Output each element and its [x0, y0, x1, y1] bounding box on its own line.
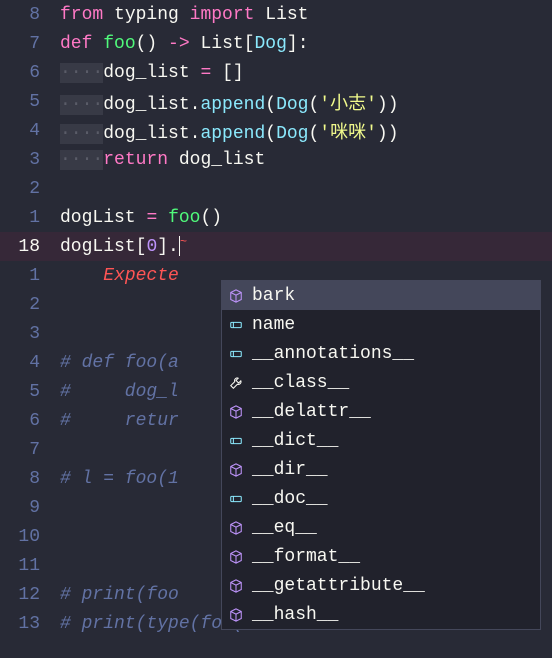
autocomplete-item[interactable]: name	[222, 310, 540, 339]
autocomplete-item[interactable]: __annotations__	[222, 339, 540, 368]
autocomplete-label: __doc__	[252, 489, 328, 509]
line-number: 1	[0, 208, 60, 228]
autocomplete-item[interactable]: __doc__	[222, 484, 540, 513]
autocomplete-item[interactable]: __class__	[222, 368, 540, 397]
code-line[interactable]: 8 from typing import List	[0, 0, 552, 29]
code-content: dogList = foo()	[60, 208, 552, 228]
autocomplete-item[interactable]: __dict__	[222, 426, 540, 455]
code-content: ····return dog_list	[60, 150, 552, 170]
line-number: 12	[0, 585, 60, 605]
line-number: 2	[0, 179, 60, 199]
cube-icon	[228, 578, 244, 594]
line-number: 5	[0, 382, 60, 402]
code-line[interactable]: 4 ····dog_list.append(Dog('咪咪'))	[0, 116, 552, 145]
code-line[interactable]: 3 ····return dog_list	[0, 145, 552, 174]
autocomplete-item[interactable]: __dir__	[222, 455, 540, 484]
field-icon	[228, 317, 244, 333]
wrench-icon	[228, 375, 244, 391]
code-content: dogList[0].~	[60, 236, 552, 257]
cube-icon	[228, 462, 244, 478]
autocomplete-label: __dict__	[252, 431, 338, 451]
code-content: from typing import List	[60, 5, 552, 25]
field-icon	[228, 491, 244, 507]
line-number-current: 18	[0, 237, 60, 257]
line-number: 8	[0, 5, 60, 25]
code-content: ····dog_list.append(Dog('咪咪'))	[60, 118, 552, 144]
cube-icon	[228, 404, 244, 420]
field-icon	[228, 433, 244, 449]
line-number: 1	[0, 266, 60, 286]
autocomplete-popup[interactable]: bark name __annotations__ __class__ __delatt…	[221, 280, 541, 630]
line-number: 7	[0, 34, 60, 54]
code-content: ····dog_list.append(Dog('小志'))	[60, 89, 552, 115]
autocomplete-item[interactable]: __hash__	[222, 600, 540, 629]
autocomplete-item[interactable]: __delattr__	[222, 397, 540, 426]
cube-icon	[228, 520, 244, 536]
field-icon	[228, 346, 244, 362]
line-number: 4	[0, 353, 60, 373]
line-number: 5	[0, 92, 60, 112]
line-number: 7	[0, 440, 60, 460]
autocomplete-item[interactable]: __eq__	[222, 513, 540, 542]
autocomplete-item[interactable]: __format__	[222, 542, 540, 571]
line-number: 2	[0, 295, 60, 315]
code-content: ····dog_list = []	[60, 63, 552, 83]
line-number: 9	[0, 498, 60, 518]
line-number: 11	[0, 556, 60, 576]
autocomplete-label: bark	[252, 286, 295, 306]
autocomplete-item[interactable]: bark	[222, 281, 540, 310]
autocomplete-label: name	[252, 315, 295, 335]
line-number: 4	[0, 121, 60, 141]
line-number: 6	[0, 411, 60, 431]
line-number: 3	[0, 150, 60, 170]
autocomplete-label: __annotations__	[252, 344, 414, 364]
code-line[interactable]: 5 ····dog_list.append(Dog('小志'))	[0, 87, 552, 116]
line-number: 6	[0, 63, 60, 83]
autocomplete-label: __getattribute__	[252, 576, 425, 596]
code-line[interactable]: 1 dogList = foo()	[0, 203, 552, 232]
autocomplete-label: __dir__	[252, 460, 328, 480]
code-line-current[interactable]: 18 dogList[0].~	[0, 232, 552, 261]
code-content: def foo() -> List[Dog]:	[60, 34, 552, 54]
code-line[interactable]: 7 def foo() -> List[Dog]:	[0, 29, 552, 58]
cube-icon	[228, 607, 244, 623]
line-number: 8	[0, 469, 60, 489]
autocomplete-label: __delattr__	[252, 402, 371, 422]
cube-icon	[228, 549, 244, 565]
autocomplete-label: __class__	[252, 373, 349, 393]
code-line[interactable]: 6 ····dog_list = []	[0, 58, 552, 87]
line-number: 3	[0, 324, 60, 344]
line-number: 10	[0, 527, 60, 547]
cube-icon	[228, 288, 244, 304]
autocomplete-item[interactable]: __getattribute__	[222, 571, 540, 600]
code-line[interactable]: 2	[0, 174, 552, 203]
error-hint: Expecte	[103, 266, 179, 286]
autocomplete-label: __hash__	[252, 605, 338, 625]
autocomplete-label: __eq__	[252, 518, 317, 538]
autocomplete-label: __format__	[252, 547, 360, 567]
line-number: 13	[0, 614, 60, 634]
